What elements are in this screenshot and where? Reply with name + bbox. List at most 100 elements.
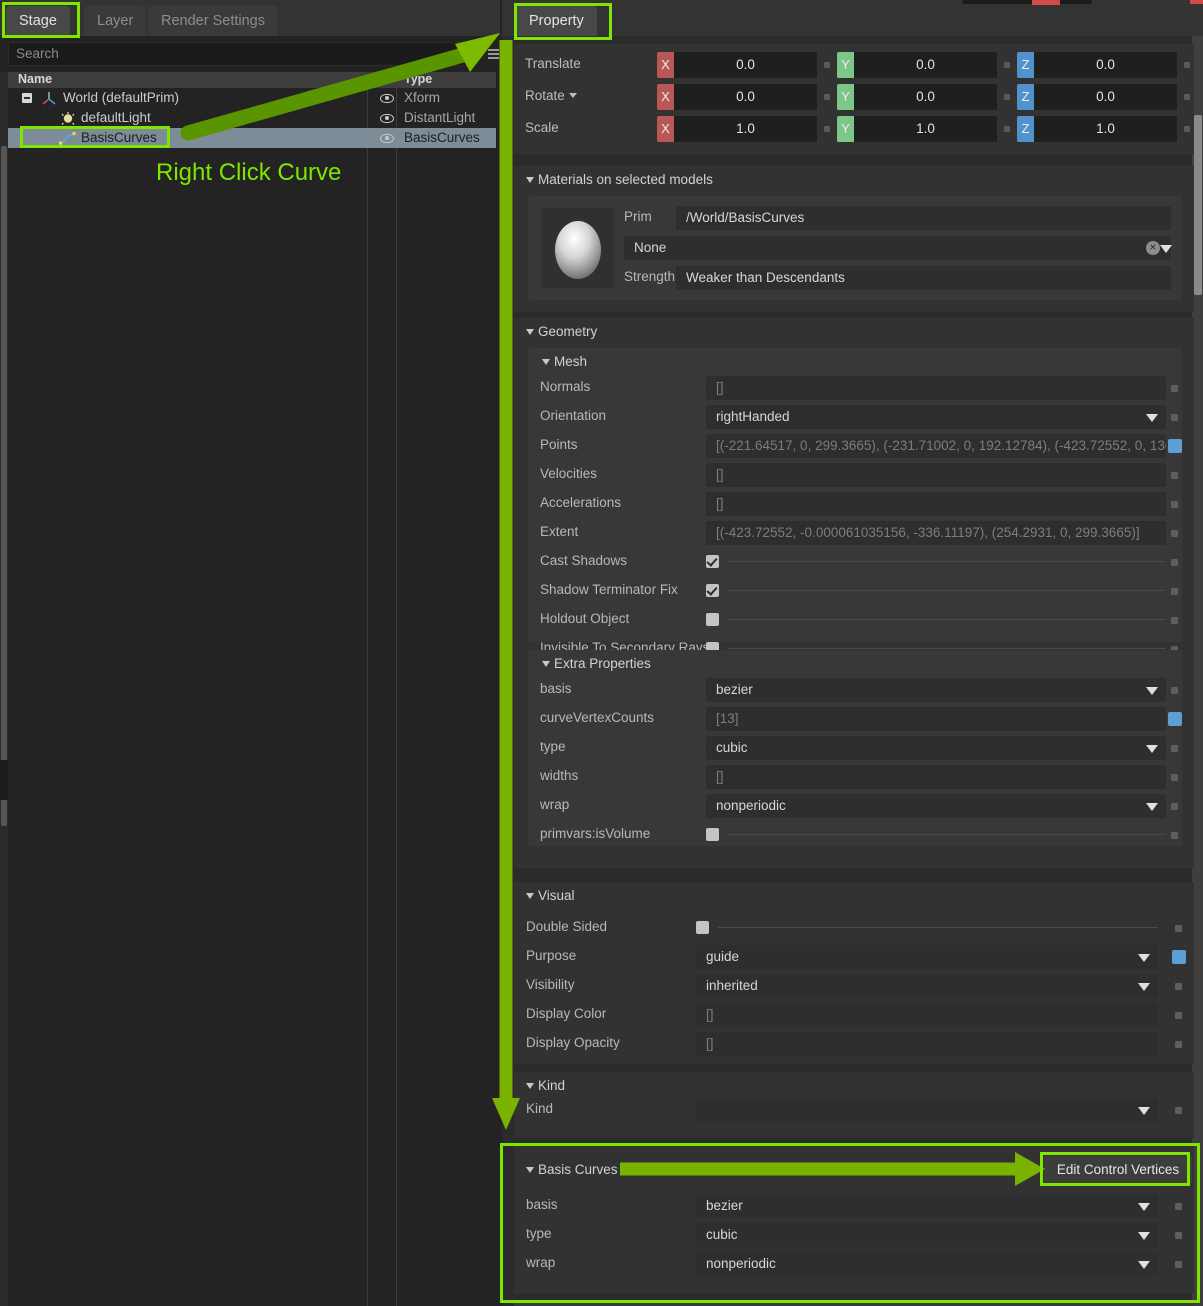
rotate-z-field[interactable]: 0.0	[1034, 84, 1177, 110]
scale-y-indicator[interactable]	[1004, 126, 1010, 132]
authored-indicator-points[interactable]	[1168, 439, 1182, 453]
field-normals[interactable]: []	[706, 376, 1166, 400]
translate-z-indicator[interactable]	[1184, 62, 1190, 68]
value-indicator-normals[interactable]	[1171, 385, 1178, 392]
row-label[interactable]: Rotate	[525, 88, 577, 103]
chevron-down-icon[interactable]	[1138, 1107, 1150, 1115]
select-purpose[interactable]: guide	[696, 945, 1158, 969]
expander-icon[interactable]	[22, 93, 32, 103]
translate-x-field[interactable]: 0.0	[674, 52, 817, 78]
value-indicator-orientation[interactable]	[1171, 414, 1178, 421]
material-binding-field[interactable]: None	[624, 236, 1171, 260]
chevron-down-icon[interactable]	[1146, 414, 1158, 422]
value-indicator-type[interactable]	[1171, 745, 1178, 752]
tab-layer[interactable]: Layer	[84, 6, 147, 36]
chevron-down-icon[interactable]	[526, 1083, 534, 1089]
visibility-eye-icon[interactable]	[380, 114, 394, 123]
rotate-y-field[interactable]: 0.0	[854, 84, 997, 110]
chevron-down-icon[interactable]	[526, 177, 534, 183]
checkbox-shadow-terminator-fix[interactable]	[706, 584, 719, 597]
kind-section-title[interactable]: Kind	[526, 1078, 565, 1093]
translate-z-field[interactable]: 0.0	[1034, 52, 1177, 78]
geometry-section-title[interactable]: Geometry	[526, 324, 597, 339]
checkbox-primvars-isvolume[interactable]	[706, 828, 719, 841]
value-indicator-basis[interactable]	[1171, 687, 1178, 694]
chevron-down-icon[interactable]	[1160, 245, 1172, 253]
field-velocities[interactable]: []	[706, 463, 1166, 487]
chevron-down-icon[interactable]	[542, 661, 550, 667]
material-prim-field[interactable]: /World/BasisCurves	[676, 206, 1171, 230]
panel-splitter-handle[interactable]	[0, 760, 8, 800]
chevron-down-icon[interactable]	[1138, 983, 1150, 991]
chevron-down-icon[interactable]	[1146, 803, 1158, 811]
scale-z-field[interactable]: 1.0	[1034, 116, 1177, 142]
select-orientation[interactable]: rightHanded	[706, 405, 1166, 429]
checkbox-cast-shadows[interactable]	[706, 555, 719, 568]
checkbox-holdout-object[interactable]	[706, 613, 719, 626]
authored-indicator-curvevertexcounts[interactable]	[1168, 712, 1182, 726]
scale-y-field[interactable]: 1.0	[854, 116, 997, 142]
chevron-down-icon[interactable]	[526, 329, 534, 335]
select-wrap[interactable]: nonperiodic	[706, 794, 1166, 818]
mesh-subsection-title[interactable]: Mesh	[542, 354, 587, 369]
value-indicator-extent[interactable]	[1171, 530, 1178, 537]
scale-x-field[interactable]: 1.0	[674, 116, 817, 142]
chevron-down-icon[interactable]	[568, 93, 577, 98]
stage-vertical-scrollbar[interactable]	[0, 72, 8, 1306]
chevron-down-icon[interactable]	[1146, 745, 1158, 753]
translate-x-indicator[interactable]	[824, 62, 830, 68]
value-indicator-shadow-terminator-fix[interactable]	[1171, 588, 1178, 595]
chevron-down-icon[interactable]	[526, 893, 534, 899]
tab-render-settings[interactable]: Render Settings	[148, 6, 278, 36]
field-widths[interactable]: []	[706, 765, 1166, 789]
tree-row-defaultlight[interactable]: defaultLight DistantLight	[8, 108, 496, 128]
rotate-z-indicator[interactable]	[1184, 94, 1190, 100]
menu-icon[interactable]	[488, 49, 499, 51]
field-curvevertexcounts[interactable]: [13]	[706, 707, 1166, 731]
visibility-eye-icon[interactable]	[380, 94, 394, 103]
chevron-down-icon[interactable]	[542, 359, 550, 365]
field-points[interactable]: [(-221.64517, 0, 299.3665), (-231.71002,…	[706, 434, 1166, 458]
value-indicator-kind[interactable]	[1175, 1107, 1182, 1114]
material-preview-thumbnail[interactable]	[542, 208, 614, 288]
rotate-x-field[interactable]: 0.0	[674, 84, 817, 110]
tree-row-world[interactable]: World (defaultPrim) Xform	[8, 88, 496, 108]
chevron-down-icon[interactable]	[1138, 954, 1150, 962]
visibility-eye-icon[interactable]	[380, 134, 394, 143]
translate-y-field[interactable]: 0.0	[854, 52, 997, 78]
rotate-x-indicator[interactable]	[824, 94, 830, 100]
extra-properties-title[interactable]: Extra Properties	[542, 656, 651, 671]
scale-x-indicator[interactable]	[824, 126, 830, 132]
select-visibility[interactable]: inherited	[696, 974, 1158, 998]
value-indicator-visibility[interactable]	[1175, 983, 1182, 990]
checkbox-double-sided[interactable]	[696, 921, 709, 934]
value-indicator-display-color[interactable]	[1175, 1012, 1182, 1019]
field-display-opacity[interactable]: []	[696, 1032, 1158, 1056]
field-display-color[interactable]: []	[696, 1003, 1158, 1027]
property-scrollbar-thumb[interactable]	[1194, 115, 1202, 295]
field-extent[interactable]: [(-423.72552, -0.000061035156, -336.1119…	[706, 521, 1166, 545]
chevron-down-icon[interactable]	[1146, 687, 1158, 695]
stage-scrollbar-thumb[interactable]	[1, 146, 7, 826]
search-input[interactable]: Search	[8, 42, 468, 66]
translate-y-indicator[interactable]	[1004, 62, 1010, 68]
materials-section-title[interactable]: Materials on selected models	[526, 172, 713, 187]
value-indicator-primvars-isvolume[interactable]	[1171, 832, 1178, 839]
select-basis[interactable]: bezier	[706, 678, 1166, 702]
value-indicator-widths[interactable]	[1171, 774, 1178, 781]
value-indicator-wrap[interactable]	[1171, 803, 1178, 810]
select-kind[interactable]	[696, 1098, 1158, 1122]
rotate-y-indicator[interactable]	[1004, 94, 1010, 100]
filter-icon[interactable]	[470, 48, 484, 57]
scale-z-indicator[interactable]	[1184, 126, 1190, 132]
value-indicator-velocities[interactable]	[1171, 472, 1178, 479]
value-indicator-accelerations[interactable]	[1171, 501, 1178, 508]
value-indicator-display-opacity[interactable]	[1175, 1041, 1182, 1048]
select-type[interactable]: cubic	[706, 736, 1166, 760]
clear-icon[interactable]: ×	[1146, 240, 1160, 255]
authored-indicator-purpose[interactable]	[1172, 950, 1186, 964]
field-accelerations[interactable]: []	[706, 492, 1166, 516]
material-strength-field[interactable]: Weaker than Descendants	[676, 266, 1171, 290]
visual-section-title[interactable]: Visual	[526, 888, 575, 903]
value-indicator-holdout-object[interactable]	[1171, 617, 1178, 624]
